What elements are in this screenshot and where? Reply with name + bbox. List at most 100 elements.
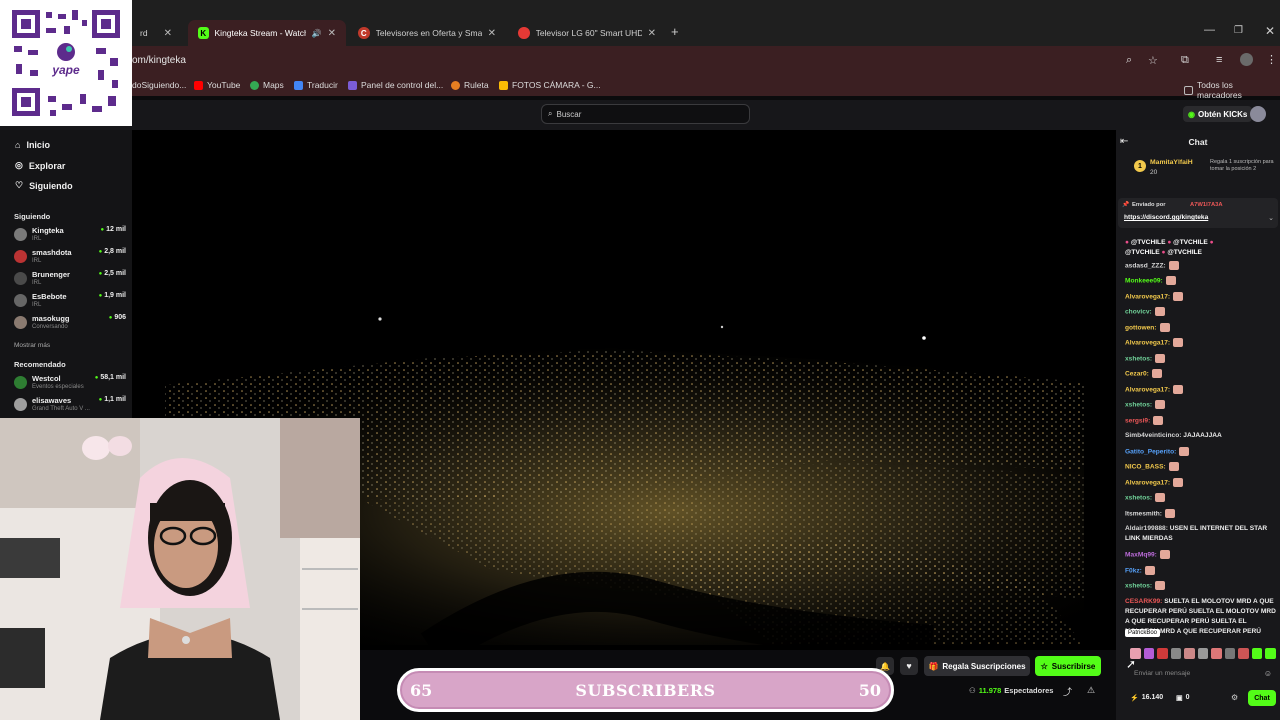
report-icon[interactable]: ⚠: [1087, 685, 1095, 696]
bookmark-traducir[interactable]: Traducir: [294, 80, 338, 90]
chevron-down-icon[interactable]: ⌄: [1268, 214, 1274, 222]
close-icon[interactable]: ✕: [488, 28, 496, 39]
emote-icon[interactable]: [1211, 648, 1222, 659]
streamer-webcam-image: [0, 418, 360, 720]
kicks-balance[interactable]: ⚡ 16.140: [1130, 694, 1163, 702]
chat-username[interactable]: gottowen:: [1125, 324, 1157, 331]
bookmark-siguiendo[interactable]: doSiguiendo...: [132, 80, 186, 90]
channel-item[interactable]: smashdotaIRL 2,8 mil: [14, 248, 126, 268]
media-icon[interactable]: ≡: [1216, 54, 1222, 66]
chat-username[interactable]: F0kz:: [1125, 567, 1142, 574]
chat-username[interactable]: Itsmesmith:: [1125, 510, 1162, 517]
chat-username[interactable]: MaxMq99:: [1125, 551, 1157, 558]
speaker-icon[interactable]: 🔊: [312, 29, 322, 38]
menu-icon[interactable]: ⋮: [1266, 53, 1277, 66]
chat-username[interactable]: Alvarovega17:: [1125, 293, 1170, 300]
close-icon[interactable]: ✕: [328, 28, 336, 39]
bookmark-maps[interactable]: Maps: [250, 80, 284, 90]
channel-item[interactable]: WestcolEventos especiales 58,1 mil: [14, 374, 126, 394]
settings-gear-icon[interactable]: ⚙: [1231, 693, 1238, 702]
channel-item[interactable]: elisawavesGrand Theft Auto V ... 1,1 mil: [14, 396, 126, 416]
follow-heart-icon[interactable]: ♥: [900, 657, 918, 675]
close-icon[interactable]: ✕: [164, 28, 172, 39]
minimize-icon[interactable]: —: [1204, 24, 1215, 36]
emoji-icon[interactable]: ☺: [1264, 669, 1272, 678]
emote-icon[interactable]: [1265, 648, 1277, 659]
gift-icon: 🎁: [928, 661, 939, 671]
chat-username[interactable]: xshetos:: [1125, 355, 1152, 362]
get-kicks-button[interactable]: ◉ Obtén KICKs: [1183, 106, 1253, 122]
tab-televisor-lg[interactable]: Televisor LG 60" Smart UHD 4K ✕: [508, 20, 666, 46]
nav-explorar[interactable]: ◎ Explorar: [15, 160, 65, 171]
chat-message: sergsi9:: [1125, 416, 1277, 426]
bookmark-fotos[interactable]: FOTOS CÁMARA - G...: [499, 80, 601, 90]
user-avatar[interactable]: [1250, 106, 1266, 122]
zoom-icon[interactable]: ⌕: [1126, 54, 1132, 67]
pinned-sent-by: Enviado por: [1132, 202, 1166, 208]
chat-username[interactable]: Alvarovega17:: [1125, 386, 1170, 393]
discord-link[interactable]: https://discord.gg/kingteka: [1124, 214, 1208, 221]
chat-username[interactable]: Simb4veinticinco:: [1125, 432, 1181, 439]
gift-balance[interactable]: ▣ 0: [1176, 694, 1190, 702]
youtube-icon: [194, 80, 203, 90]
channel-item[interactable]: masokuggConversando 906: [14, 314, 126, 334]
send-chat-button[interactable]: Chat: [1248, 690, 1276, 706]
chat-message: xshetos:: [1125, 400, 1277, 410]
chat-username[interactable]: CESARK99:: [1125, 598, 1162, 605]
subscribe-button[interactable]: ☆ Suscribirse: [1035, 656, 1101, 676]
gift-subs-button[interactable]: 🎁 Regala Suscripciones: [924, 656, 1030, 676]
star-icon[interactable]: ☆: [1148, 54, 1158, 67]
nav-siguiendo[interactable]: ♡ Siguiendo: [15, 180, 73, 191]
emote-icon[interactable]: [1157, 648, 1168, 659]
emote-icon[interactable]: [1184, 648, 1195, 659]
chat-username[interactable]: Alvarovega17:: [1125, 479, 1170, 486]
emote-icon[interactable]: [1197, 648, 1209, 659]
url-field[interactable]: om/kingteka: [132, 55, 186, 66]
emote-icon[interactable]: [1238, 648, 1249, 659]
emote-icon[interactable]: [1224, 648, 1236, 659]
chat-username[interactable]: Gatito_Peperito:: [1125, 448, 1176, 455]
search-input[interactable]: ⌕ Buscar: [541, 104, 750, 124]
extensions-icon[interactable]: ⧉: [1181, 54, 1189, 67]
chat-username[interactable]: chovicv:: [1125, 308, 1152, 315]
chat-username[interactable]: sergsi9:: [1125, 417, 1150, 424]
chat-username[interactable]: Monkeee09:: [1125, 277, 1163, 284]
home-icon: ⌂: [15, 140, 21, 150]
channel-item[interactable]: EsBeboteIRL 1,9 mil: [14, 292, 126, 312]
restore-icon[interactable]: ❐: [1234, 25, 1243, 36]
chat-username[interactable]: Alvarovega17:: [1125, 339, 1170, 346]
tab-televisores[interactable]: C Televisores en Oferta y Smart T ✕: [348, 20, 506, 46]
emote-bar[interactable]: [1130, 648, 1277, 660]
show-more-link[interactable]: Mostrar más: [14, 342, 50, 349]
emote-icon: [1173, 385, 1184, 394]
channel-item[interactable]: BrunengerIRL 2,5 mil: [14, 270, 126, 290]
chat-username[interactable]: xshetos:: [1125, 582, 1152, 589]
share-icon[interactable]: ⤴: [1063, 685, 1072, 698]
viewer-count: 2,8 mil: [99, 248, 126, 255]
bookmark-panel[interactable]: Panel de control del...: [348, 80, 443, 90]
chat-username[interactable]: NICO_BASS:: [1125, 463, 1166, 470]
chat-username[interactable]: xshetos:: [1125, 401, 1152, 408]
nav-inicio[interactable]: ⌂ Inicio: [15, 140, 50, 150]
new-tab-icon[interactable]: +: [671, 24, 679, 39]
pinned-message[interactable]: 📌 Enviado por A7W1I7A3A https://discord.…: [1118, 198, 1278, 228]
chat-username[interactable]: asdasd_ZZZ:: [1125, 262, 1166, 269]
chat-username[interactable]: Cezar0:: [1125, 370, 1149, 377]
channel-item[interactable]: KingtekaIRL 12 mil: [14, 226, 126, 246]
emote-icon[interactable]: [1143, 648, 1155, 659]
tab-previous[interactable]: rd ✕: [130, 20, 182, 46]
close-window-icon[interactable]: ✕: [1265, 24, 1275, 38]
bookmark-youtube[interactable]: YouTube: [194, 80, 240, 90]
chat-message-input[interactable]: Enviar un mensaje ☺: [1130, 667, 1276, 681]
close-icon[interactable]: ✕: [648, 28, 656, 39]
nav-label: Inicio: [26, 140, 50, 150]
all-bookmarks[interactable]: Todos los marcadores: [1184, 80, 1280, 100]
emote-icon[interactable]: [1251, 648, 1263, 659]
emote-icon[interactable]: [1170, 648, 1182, 659]
username-tooltip: PatrickBoo: [1125, 629, 1161, 637]
chat-username[interactable]: Aldair199888:: [1125, 525, 1168, 532]
bookmark-ruleta[interactable]: Ruleta: [451, 80, 489, 90]
chat-username[interactable]: xshetos:: [1125, 494, 1152, 501]
tab-kingteka[interactable]: K Kingteka Stream - Watch Li 🔊 ✕: [188, 20, 346, 46]
profile-avatar[interactable]: [1240, 53, 1253, 66]
